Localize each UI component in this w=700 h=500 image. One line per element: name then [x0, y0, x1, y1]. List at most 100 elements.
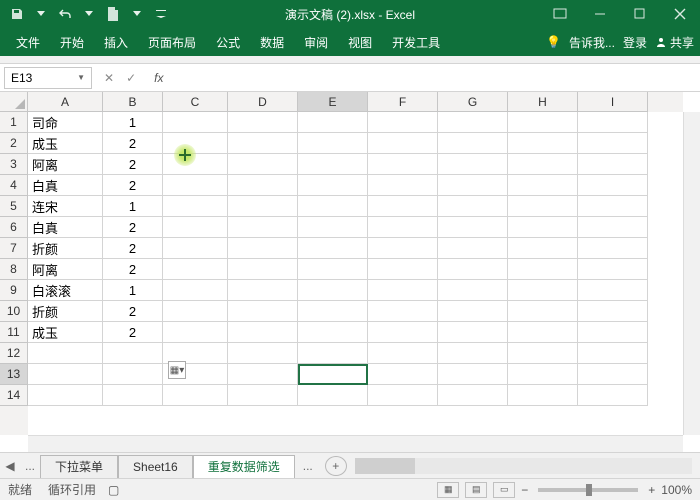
cell[interactable] [578, 133, 648, 154]
cell[interactable] [228, 175, 298, 196]
cell[interactable] [163, 385, 228, 406]
cell[interactable]: 1 [103, 112, 163, 133]
cell[interactable]: 2 [103, 217, 163, 238]
cell[interactable] [438, 301, 508, 322]
cell[interactable] [163, 196, 228, 217]
cell[interactable] [508, 175, 578, 196]
cell[interactable] [228, 154, 298, 175]
row-header[interactable]: 6 [0, 217, 28, 238]
cell[interactable]: 2 [103, 301, 163, 322]
zoom-out-button[interactable]: − [521, 483, 528, 497]
cell[interactable] [368, 154, 438, 175]
qat-customize-icon[interactable] [150, 3, 172, 25]
cell[interactable] [28, 343, 103, 364]
cell[interactable] [438, 322, 508, 343]
cell[interactable] [298, 217, 368, 238]
tab-nav-prev-icon[interactable]: ◀ [3, 461, 17, 471]
cell[interactable] [163, 238, 228, 259]
share-button[interactable]: 共享 [655, 34, 694, 51]
minimize-button[interactable] [580, 0, 620, 28]
cell[interactable]: 阿离 [28, 154, 103, 175]
cell[interactable] [438, 133, 508, 154]
cell[interactable] [438, 364, 508, 385]
tab-review[interactable]: 审阅 [294, 28, 338, 56]
cell[interactable] [368, 112, 438, 133]
row-header[interactable]: 8 [0, 259, 28, 280]
cells-area[interactable]: ▦▾ 司命1成玉2阿离2白真2连宋1白真2折颜2阿离2白滚滚1折颜2成玉2 [28, 112, 683, 435]
cell[interactable] [578, 343, 648, 364]
sheet-tab[interactable]: Sheet16 [118, 455, 193, 479]
tab-formulas[interactable]: 公式 [206, 28, 250, 56]
cell[interactable]: 折颜 [28, 301, 103, 322]
cell[interactable] [228, 364, 298, 385]
cell[interactable] [508, 133, 578, 154]
row-header[interactable]: 1 [0, 112, 28, 133]
cell[interactable]: 司命 [28, 112, 103, 133]
row-header[interactable]: 9 [0, 280, 28, 301]
cell[interactable] [163, 259, 228, 280]
cell[interactable] [228, 280, 298, 301]
cell[interactable]: 1 [103, 196, 163, 217]
col-header-D[interactable]: D [228, 92, 298, 112]
row-header[interactable]: 12 [0, 343, 28, 364]
horizontal-scrollbar[interactable] [28, 435, 683, 452]
dropdown-icon[interactable] [30, 3, 52, 25]
cell[interactable] [508, 301, 578, 322]
col-header-I[interactable]: I [578, 92, 648, 112]
cell[interactable]: 连宋 [28, 196, 103, 217]
cell[interactable] [368, 238, 438, 259]
cell[interactable] [368, 301, 438, 322]
col-header-H[interactable]: H [508, 92, 578, 112]
cell[interactable] [578, 301, 648, 322]
row-header[interactable]: 3 [0, 154, 28, 175]
new-button[interactable] [102, 3, 124, 25]
tab-view[interactable]: 视图 [338, 28, 382, 56]
cell[interactable] [163, 112, 228, 133]
cell[interactable] [508, 364, 578, 385]
row-header[interactable]: 4 [0, 175, 28, 196]
cell[interactable] [103, 343, 163, 364]
cell[interactable]: 白真 [28, 175, 103, 196]
dropdown-icon[interactable] [126, 3, 148, 25]
cell[interactable] [438, 196, 508, 217]
view-break-icon[interactable]: ▭ [493, 482, 515, 498]
save-button[interactable] [6, 3, 28, 25]
cell[interactable] [163, 322, 228, 343]
col-header-B[interactable]: B [103, 92, 163, 112]
cell[interactable] [508, 322, 578, 343]
col-header-F[interactable]: F [368, 92, 438, 112]
cell[interactable] [368, 133, 438, 154]
dropdown-icon[interactable] [78, 3, 100, 25]
cell[interactable] [103, 364, 163, 385]
cell[interactable] [298, 112, 368, 133]
zoom-slider[interactable] [538, 488, 638, 492]
cell[interactable] [578, 112, 648, 133]
view-normal-icon[interactable]: ▦ [437, 482, 459, 498]
col-header-A[interactable]: A [28, 92, 103, 112]
cell[interactable]: 白真 [28, 217, 103, 238]
fx-icon[interactable]: fx [148, 71, 163, 85]
cell[interactable] [578, 154, 648, 175]
cell[interactable] [438, 175, 508, 196]
cell[interactable] [508, 238, 578, 259]
paste-options-icon[interactable]: ▦▾ [168, 361, 186, 379]
cell[interactable] [578, 196, 648, 217]
cell[interactable] [508, 385, 578, 406]
cell[interactable]: 阿离 [28, 259, 103, 280]
cell[interactable] [298, 385, 368, 406]
cell[interactable] [438, 280, 508, 301]
cell[interactable] [368, 385, 438, 406]
cell[interactable] [368, 175, 438, 196]
cell[interactable] [438, 385, 508, 406]
cell[interactable]: 2 [103, 238, 163, 259]
cell[interactable] [228, 217, 298, 238]
cell[interactable] [298, 175, 368, 196]
cell[interactable] [578, 259, 648, 280]
cell[interactable] [368, 364, 438, 385]
row-header[interactable]: 5 [0, 196, 28, 217]
tab-data[interactable]: 数据 [250, 28, 294, 56]
add-sheet-button[interactable]: + [325, 456, 347, 476]
cancel-icon[interactable]: ✕ [104, 71, 114, 85]
row-header[interactable]: 7 [0, 238, 28, 259]
cell[interactable] [508, 217, 578, 238]
